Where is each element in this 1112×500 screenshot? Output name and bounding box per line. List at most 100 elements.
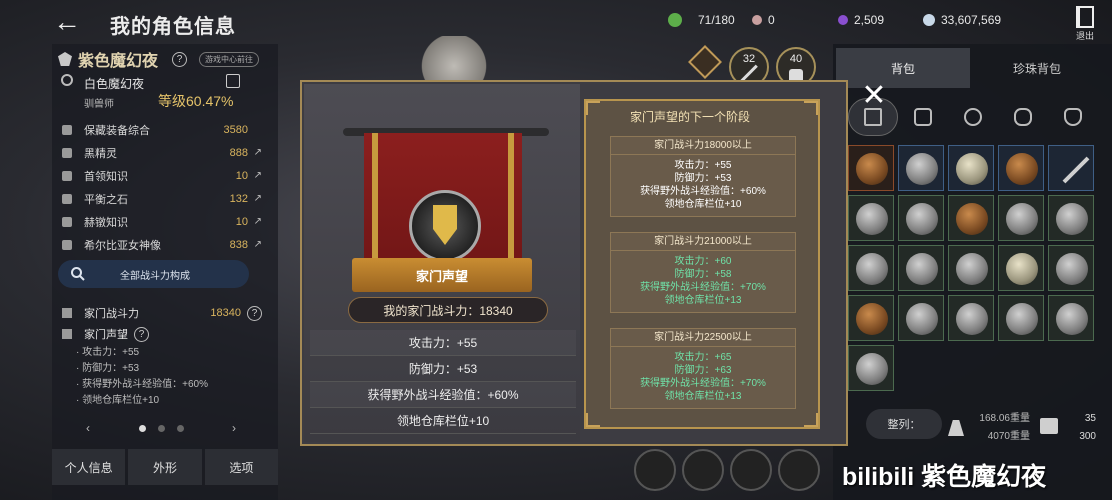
link-icon[interactable]: ↗ bbox=[248, 147, 262, 158]
combat-power-breakdown-button[interactable]: 全部战斗力构成 bbox=[58, 260, 249, 288]
help-icon[interactable]: ? bbox=[247, 305, 262, 321]
shield-icon bbox=[856, 203, 888, 235]
tab-pearl-bag[interactable]: 珍珠背包 bbox=[970, 48, 1104, 88]
page-dot[interactable] bbox=[157, 424, 165, 432]
energy-icon bbox=[668, 13, 682, 27]
stat-line: 防御力：+53 bbox=[310, 356, 576, 382]
inventory-slot[interactable] bbox=[948, 145, 994, 191]
help-icon[interactable]: ? bbox=[172, 51, 188, 67]
game-center-tag[interactable]: 游戏中心前往 bbox=[199, 51, 260, 67]
stat-row[interactable]: 希尔比亚女神像 838 ↗ bbox=[62, 233, 262, 256]
link-icon[interactable]: ↗ bbox=[248, 170, 262, 181]
corner-ornament bbox=[804, 413, 818, 427]
tier-line: 领地仓库栏位+13 bbox=[664, 391, 742, 402]
tier-bonuses: 攻击力：+55 防御力：+53 获得野外战斗经验值：+60% 领地仓库栏位+10 bbox=[611, 155, 795, 216]
shield-icon bbox=[1056, 303, 1088, 335]
stat-row[interactable]: 黑精灵 888 ↗ bbox=[62, 141, 262, 164]
crystal-icon bbox=[838, 15, 848, 25]
stat-name: 保藏装备综合 bbox=[84, 124, 150, 137]
shield-icon bbox=[906, 203, 938, 235]
shield-icon bbox=[906, 303, 938, 335]
category-accessory[interactable] bbox=[948, 98, 998, 136]
inventory-slot[interactable] bbox=[948, 195, 994, 241]
inventory-slot[interactable] bbox=[1048, 245, 1094, 291]
armor-slot[interactable] bbox=[778, 449, 820, 491]
sort-button[interactable]: 整列： bbox=[866, 409, 942, 439]
shield-icon bbox=[856, 353, 888, 385]
page-indicator bbox=[138, 424, 184, 432]
shield-icon bbox=[1056, 203, 1088, 235]
knowledge-icon bbox=[62, 216, 72, 227]
black-spirit-icon bbox=[62, 147, 72, 158]
next-page-button[interactable]: › bbox=[232, 421, 236, 435]
close-button[interactable]: ✕ bbox=[860, 81, 888, 111]
inventory-slot[interactable] bbox=[1048, 195, 1094, 241]
inventory-slot[interactable] bbox=[898, 245, 944, 291]
inventory-slot[interactable] bbox=[898, 295, 944, 341]
silver-icon bbox=[923, 14, 935, 26]
helmet-slot[interactable] bbox=[634, 449, 676, 491]
share-icon[interactable] bbox=[226, 74, 240, 88]
tab-options[interactable]: 选项 bbox=[204, 449, 278, 485]
crest-icon[interactable] bbox=[688, 45, 722, 79]
corner-ornament bbox=[804, 101, 818, 115]
inventory-slot[interactable] bbox=[998, 295, 1044, 341]
tab-bag[interactable]: 背包 bbox=[836, 48, 970, 88]
tab-appearance[interactable]: 外形 bbox=[128, 449, 202, 485]
page-dot[interactable] bbox=[176, 424, 184, 432]
stat-row[interactable]: 平衡之石 132 ↗ bbox=[62, 187, 262, 210]
link-icon[interactable]: ↗ bbox=[248, 193, 262, 204]
sword-icon bbox=[1062, 156, 1090, 184]
prev-page-button[interactable]: ‹ bbox=[86, 421, 90, 435]
inventory-slot[interactable] bbox=[998, 245, 1044, 291]
page-title: 我的角色信息 bbox=[110, 16, 236, 38]
page-dot[interactable] bbox=[138, 424, 146, 432]
category-gem[interactable] bbox=[998, 98, 1048, 136]
family-reputation-icon bbox=[62, 329, 72, 339]
inventory-slot[interactable] bbox=[948, 295, 994, 341]
stat-name: 希尔比亚女神像 bbox=[84, 239, 161, 252]
inventory-slot[interactable] bbox=[948, 245, 994, 291]
inventory-slot[interactable] bbox=[998, 145, 1044, 191]
back-button[interactable]: ← bbox=[50, 8, 84, 38]
category-armor[interactable] bbox=[898, 98, 948, 136]
stat-row: 保藏装备综合 3580 bbox=[62, 118, 262, 141]
inventory-slot[interactable] bbox=[848, 345, 894, 391]
shield-icon bbox=[856, 153, 888, 185]
inventory-slot[interactable] bbox=[848, 295, 894, 341]
inventory-slot[interactable] bbox=[848, 245, 894, 291]
family-power-display: 我的家门战斗力：18340 bbox=[348, 297, 548, 323]
weapon-slot[interactable] bbox=[730, 449, 772, 491]
stat-value: 838 bbox=[229, 238, 248, 251]
stat-row[interactable]: 赫镦知识 10 ↗ bbox=[62, 210, 262, 233]
family-power-label: 家门战斗力 bbox=[84, 308, 139, 320]
banner-ribbon: 家门声望 bbox=[352, 258, 532, 292]
inventory-slot[interactable] bbox=[898, 195, 944, 241]
help-icon[interactable]: ? bbox=[134, 326, 149, 342]
stat-value: 3580 bbox=[223, 123, 248, 136]
current-reputation-stats: 攻击力：+55 防御力：+53 获得野外战斗经验值：+60% 领地仓库栏位+10 bbox=[310, 330, 576, 434]
inventory-slot[interactable] bbox=[998, 195, 1044, 241]
exit-button[interactable]: 退出 bbox=[1068, 6, 1102, 42]
category-material[interactable] bbox=[1048, 98, 1098, 136]
link-icon[interactable]: ↗ bbox=[248, 216, 262, 227]
total-slots: 300 bbox=[1079, 431, 1096, 442]
inventory-slot[interactable] bbox=[1048, 145, 1094, 191]
energy-counter: 71/180 bbox=[668, 11, 735, 29]
bag-icon bbox=[1040, 418, 1058, 434]
bonus-line: · 攻击力：+55 bbox=[76, 347, 140, 358]
stat-list: 保藏装备综合 3580 黑精灵 888 ↗ 首领知识 10 ↗ 平衡之石 132… bbox=[62, 118, 262, 256]
tab-personal-info[interactable]: 个人信息 bbox=[52, 449, 126, 485]
bonus-line: · 获得野外战斗经验值：+60% bbox=[76, 379, 208, 390]
tier-line: 获得野外战斗经验值：+60% bbox=[640, 186, 766, 197]
inventory-slot[interactable] bbox=[848, 145, 894, 191]
inventory-slot[interactable] bbox=[1048, 295, 1094, 341]
stat-line: 攻击力：+55 bbox=[310, 330, 576, 356]
mask-slot[interactable] bbox=[682, 449, 724, 491]
crystal-value: 2,509 bbox=[854, 13, 885, 27]
inventory-slot[interactable] bbox=[848, 195, 894, 241]
inventory-slot[interactable] bbox=[898, 145, 944, 191]
stat-row[interactable]: 首领知识 10 ↗ bbox=[62, 164, 262, 187]
tier-line: 领地仓库栏位+10 bbox=[664, 199, 742, 210]
link-icon[interactable]: ↗ bbox=[248, 239, 262, 250]
